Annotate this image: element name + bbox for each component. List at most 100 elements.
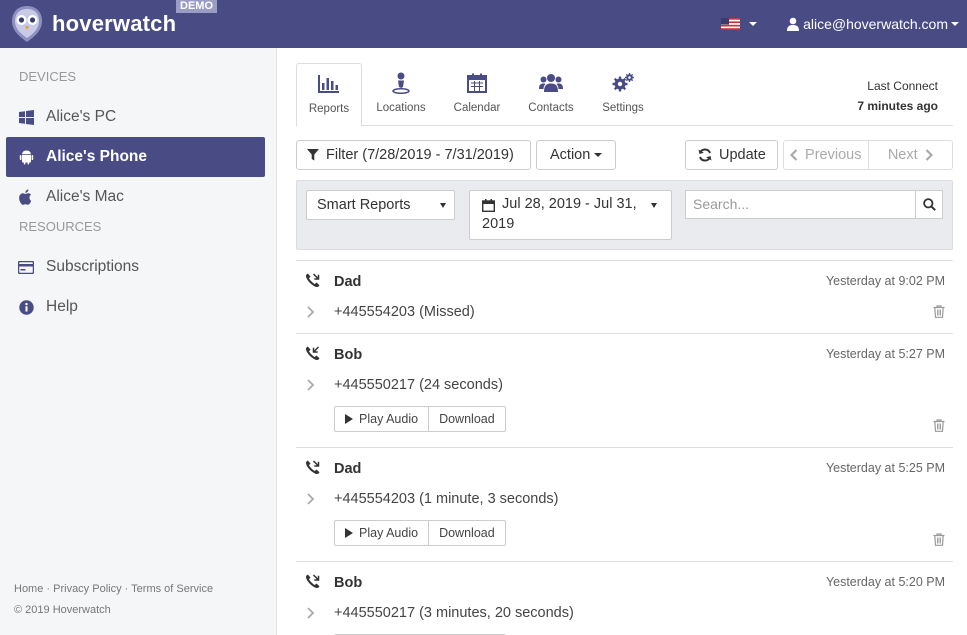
chevron-right-icon — [925, 149, 933, 161]
resources-heading: RESOURCES — [19, 219, 102, 234]
tab-reports[interactable]: Reports — [296, 63, 362, 127]
tab-settings[interactable]: Settings — [590, 63, 656, 126]
list-item[interactable]: Bob Yesterday at 5:20 PM +445550217 (3 m… — [296, 561, 953, 635]
last-connect-label: Last Connect — [867, 79, 938, 93]
list-item[interactable]: Bob Yesterday at 5:27 PM +445550217 (24 … — [296, 333, 953, 447]
call-time: Yesterday at 5:20 PM — [825, 575, 945, 589]
incoming-call-icon — [306, 346, 320, 360]
sidebar-item-label: Alice's Phone — [46, 148, 148, 165]
demo-badge: DEMO — [176, 0, 217, 13]
sidebar-item-alices-pc[interactable]: Alice's PC — [6, 97, 265, 137]
date-range-picker[interactable]: Jul 28, 2019 - Jul 31, 2019 — [469, 190, 672, 240]
sidebar-item-subscriptions[interactable]: Subscriptions — [6, 247, 265, 287]
sidebar-item-alices-mac[interactable]: Alice's Mac — [6, 177, 265, 217]
tab-label: Locations — [376, 102, 426, 114]
tab-label: Contacts — [528, 102, 574, 114]
user-menu-dropdown[interactable]: alice@hoverwatch.com — [787, 16, 959, 32]
date-range-line2: 2019 — [482, 216, 515, 232]
language-dropdown[interactable] — [721, 18, 758, 30]
audio-button-group: Play Audio Download — [334, 406, 506, 432]
tab-calendar[interactable]: Calendar — [444, 63, 510, 126]
credit-card-icon — [18, 259, 34, 275]
footer-privacy-link[interactable]: Privacy Policy — [53, 583, 121, 595]
next-label: Next — [887, 147, 918, 163]
search-icon — [922, 198, 936, 211]
previous-label: Previous — [805, 147, 862, 163]
us-flag-icon — [721, 18, 741, 30]
chevron-right-icon[interactable] — [306, 606, 315, 620]
sidebar-item-alices-phone[interactable]: Alice's Phone — [6, 137, 265, 177]
chevron-down-icon — [594, 153, 603, 157]
tab-locations[interactable]: Locations — [368, 63, 434, 126]
chevron-down-icon — [440, 203, 446, 208]
users-icon — [539, 74, 563, 92]
filter-button[interactable]: Filter (7/28/2019 - 7/31/2019) — [296, 140, 531, 170]
devices-heading: DEVICES — [19, 69, 77, 84]
call-time: Yesterday at 9:02 PM — [825, 274, 945, 288]
trash-icon[interactable] — [933, 305, 945, 318]
tab-contacts[interactable]: Contacts — [518, 63, 584, 126]
download-button[interactable]: Download — [428, 407, 505, 431]
search-input[interactable]: Search... — [685, 190, 915, 219]
chevron-right-icon[interactable] — [306, 305, 315, 319]
windows-icon — [18, 109, 34, 125]
contact-name: Bob — [334, 347, 363, 363]
next-button[interactable]: Next — [867, 141, 953, 169]
tab-bar: Reports Locations Calendar Contacts Sett… — [296, 63, 953, 127]
action-dropdown[interactable]: Action — [536, 140, 616, 170]
apple-icon — [18, 189, 34, 205]
trash-icon[interactable] — [933, 533, 945, 546]
user-icon — [787, 17, 800, 31]
download-label: Download — [439, 412, 495, 426]
chevron-right-icon[interactable] — [306, 492, 315, 506]
sidebar-footer: Home · Privacy Policy · Terms of Service… — [14, 579, 213, 621]
missed-call-icon — [306, 460, 320, 474]
chevron-down-icon — [651, 203, 657, 208]
user-email: alice@hoverwatch.com — [803, 16, 948, 32]
search-button[interactable] — [915, 190, 943, 219]
refresh-icon — [698, 148, 712, 162]
filter-icon — [307, 149, 319, 161]
play-audio-button[interactable]: Play Audio — [335, 521, 428, 545]
sidebar-item-label: Alice's Mac — [46, 188, 124, 205]
footer-terms-link[interactable]: Terms of Service — [131, 583, 213, 595]
play-icon — [345, 528, 353, 538]
call-detail: +445554203 (Missed) — [334, 304, 475, 320]
chevron-down-icon — [749, 22, 758, 26]
android-icon — [18, 149, 34, 165]
report-type-value: Smart Reports — [317, 197, 411, 213]
list-item[interactable]: Dad Yesterday at 5:25 PM +445554203 (1 m… — [296, 447, 953, 561]
update-button[interactable]: Update — [685, 140, 778, 170]
chevron-down-icon — [951, 22, 959, 26]
sidebar-item-help[interactable]: Help — [6, 287, 265, 327]
tab-label: Settings — [602, 102, 644, 114]
sidebar-item-label: Help — [46, 298, 78, 315]
call-records-list: Dad Yesterday at 9:02 PM +445554203 (Mis… — [296, 260, 953, 635]
previous-button[interactable]: Previous — [784, 141, 868, 169]
calendar-icon — [467, 73, 487, 93]
chevron-left-icon — [790, 149, 798, 161]
map-marker-icon — [392, 72, 410, 94]
download-button[interactable]: Download — [428, 521, 505, 545]
footer-separator: · — [43, 583, 54, 595]
brand-logo[interactable]: hoverwatch — [10, 5, 176, 43]
bar-chart-icon — [318, 75, 339, 93]
owl-logo-icon — [12, 6, 42, 42]
contact-name: Dad — [334, 274, 362, 290]
filter-bar: Smart Reports Jul 28, 2019 - Jul 31, 201… — [296, 180, 953, 250]
report-type-select[interactable]: Smart Reports — [306, 190, 455, 220]
copyright: © 2019 Hoverwatch — [14, 604, 111, 616]
chevron-right-icon[interactable] — [306, 378, 315, 392]
play-audio-button[interactable]: Play Audio — [335, 407, 428, 431]
call-time: Yesterday at 5:25 PM — [825, 461, 945, 475]
top-navbar: hoverwatch DEMO alice@hoverwatch.com — [0, 0, 967, 48]
list-item[interactable]: Dad Yesterday at 9:02 PM +445554203 (Mis… — [296, 260, 953, 333]
contact-name: Bob — [334, 575, 363, 591]
sidebar-item-label: Subscriptions — [46, 258, 140, 275]
trash-icon[interactable] — [933, 419, 945, 432]
missed-call-icon — [306, 574, 320, 588]
gears-icon — [612, 73, 634, 92]
footer-home-link[interactable]: Home — [14, 583, 43, 595]
call-time: Yesterday at 5:27 PM — [825, 347, 945, 361]
call-detail: +445550217 (24 seconds) — [334, 377, 503, 393]
